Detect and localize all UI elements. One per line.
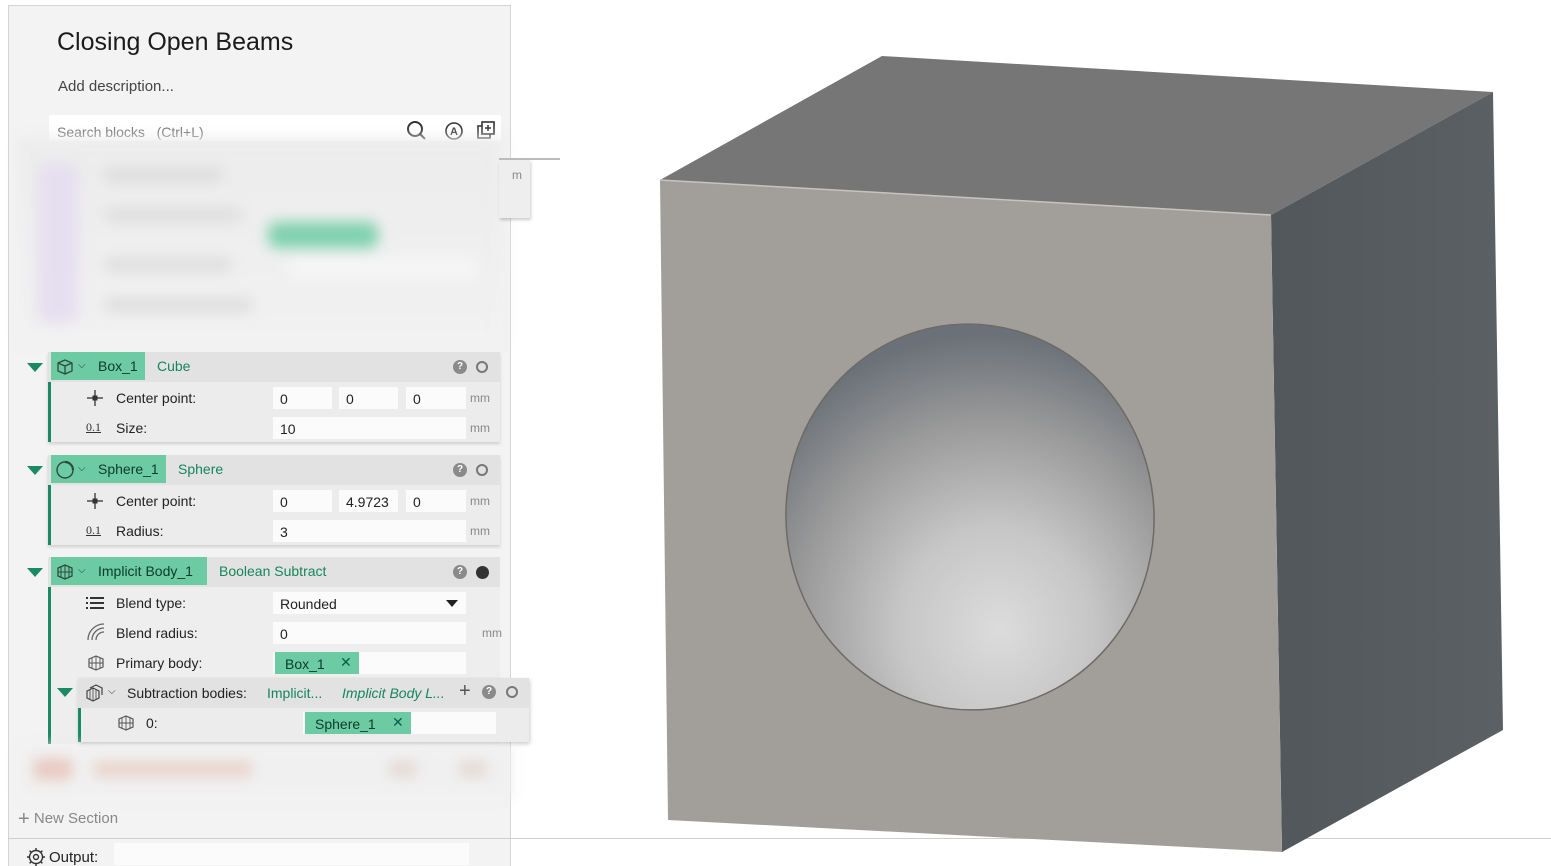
subtraction-bodies-block: ⌵ Subtraction bodies: Implicit... Implic… [78, 678, 529, 742]
center-y-input[interactable]: 4.9723 [339, 490, 398, 512]
center-point-label: Center point: [116, 493, 197, 509]
remove-chip-icon[interactable]: ✕ [392, 714, 404, 731]
collapse-sphere-toggle[interactable] [27, 466, 43, 475]
help-icon[interactable]: ? [453, 360, 467, 374]
blurred-shape [268, 222, 378, 248]
blend-type-select[interactable]: Rounded [273, 592, 466, 614]
crosshair-icon [87, 493, 103, 509]
chevron-down-icon[interactable]: ⌵ [78, 463, 86, 474]
unit-label: mm [470, 391, 490, 405]
visibility-toggle-icon[interactable] [476, 361, 488, 373]
implicit-list-icon[interactable] [84, 683, 104, 703]
unit-label: mm [470, 524, 490, 538]
blend-radius-input[interactable]: 0 [273, 622, 466, 644]
blend-radius-label: Blend radius: [116, 625, 198, 641]
overlapping-stub: m [499, 158, 560, 218]
description-field[interactable]: Add description... [58, 78, 174, 95]
3d-viewport[interactable] [640, 40, 1520, 866]
plus-icon: + [18, 808, 30, 830]
chevron-down-icon[interactable]: ⌵ [108, 686, 116, 697]
output-label: Output: [49, 849, 99, 866]
number-input-icon: 0.1 [86, 420, 101, 434]
collapse-box-toggle[interactable] [27, 363, 43, 372]
cube-side-face [1271, 92, 1503, 852]
gear-icon [27, 848, 45, 866]
visibility-toggle-icon[interactable] [506, 686, 518, 698]
unit-label: m [512, 168, 522, 182]
unit-label: mm [470, 421, 490, 435]
blurred-shape [38, 163, 78, 323]
block-type: Cube [157, 358, 191, 374]
block-name[interactable]: Implicit Body_1 [98, 563, 193, 579]
blurred-shape [93, 760, 253, 778]
collapse-subtraction-toggle[interactable] [57, 688, 73, 697]
implicit-body-icon [118, 715, 134, 731]
cube-icon[interactable] [55, 357, 75, 377]
block-name[interactable]: Sphere_1 [98, 461, 159, 477]
center-y-input[interactable]: 0 [339, 387, 398, 409]
block-type: Sphere [178, 461, 224, 477]
radius-label: Radius: [116, 523, 164, 539]
number-input-icon: 0.1 [86, 523, 101, 537]
unit-label: mm [470, 494, 490, 508]
help-icon[interactable]: ? [453, 565, 467, 579]
blurred-shape [103, 258, 233, 272]
crosshair-icon [87, 390, 103, 406]
sphere-icon[interactable] [55, 460, 75, 480]
output-field[interactable] [114, 843, 469, 865]
subtraction-list-type: Implicit Body L... [342, 685, 445, 701]
page-title[interactable]: Closing Open Beams [57, 28, 293, 57]
blurred-block-region [18, 746, 512, 798]
size-label: Size: [116, 420, 148, 436]
subtraction-type: Implicit... [267, 685, 323, 701]
svg-text:A: A [450, 126, 458, 138]
center-x-input[interactable]: 0 [273, 387, 332, 409]
center-z-input[interactable]: 0 [406, 387, 466, 409]
visibility-toggle-icon[interactable] [476, 566, 489, 579]
collapse-implicit-toggle[interactable] [27, 568, 43, 577]
blurred-shape [288, 258, 478, 278]
item-index-label: 0: [146, 715, 158, 731]
blend-type-label: Blend type: [116, 595, 187, 611]
block-type: Boolean Subtract [219, 563, 327, 579]
remove-chip-icon[interactable]: ✕ [340, 654, 352, 671]
new-section-button[interactable]: + New Section [18, 808, 118, 831]
help-icon[interactable]: ? [482, 685, 496, 699]
visibility-toggle-icon[interactable] [476, 464, 488, 476]
blurred-shape [103, 208, 243, 222]
dropdown-arrow-icon[interactable] [446, 600, 458, 607]
help-icon[interactable]: ? [453, 463, 467, 477]
block-box: ⌵ Box_1 Cube ? Center point: 0 0 0 mm 0.… [48, 352, 500, 442]
subtraction-bodies-label: Subtraction bodies: [127, 685, 247, 701]
chevron-down-icon[interactable]: ⌵ [78, 360, 86, 371]
implicit-body-icon [88, 655, 104, 671]
radius-input[interactable]: 3 [273, 520, 466, 542]
block-sphere: ⌵ Sphere_1 Sphere ? Center point: 0 4.97… [48, 455, 500, 545]
blurred-shape [458, 760, 488, 778]
blurred-blocks-region [18, 138, 504, 343]
center-z-input[interactable]: 0 [406, 490, 466, 512]
blurred-shape [388, 760, 418, 778]
add-item-icon[interactable]: + [459, 680, 471, 703]
center-x-input[interactable]: 0 [273, 490, 332, 512]
chevron-down-icon[interactable]: ⌵ [78, 565, 86, 576]
blurred-shape [103, 298, 253, 312]
size-input[interactable]: 10 [273, 417, 466, 439]
list-icon [86, 597, 104, 609]
primary-body-label: Primary body: [116, 655, 203, 671]
blurred-shape [103, 168, 223, 182]
new-section-label: New Section [33, 810, 119, 827]
unit-label: mm [482, 626, 502, 640]
center-point-label: Center point: [116, 390, 197, 406]
blurred-shape [33, 758, 73, 780]
implicit-body-icon[interactable] [55, 562, 75, 582]
block-name[interactable]: Box_1 [98, 358, 138, 374]
blend-radius-icon [87, 623, 105, 641]
